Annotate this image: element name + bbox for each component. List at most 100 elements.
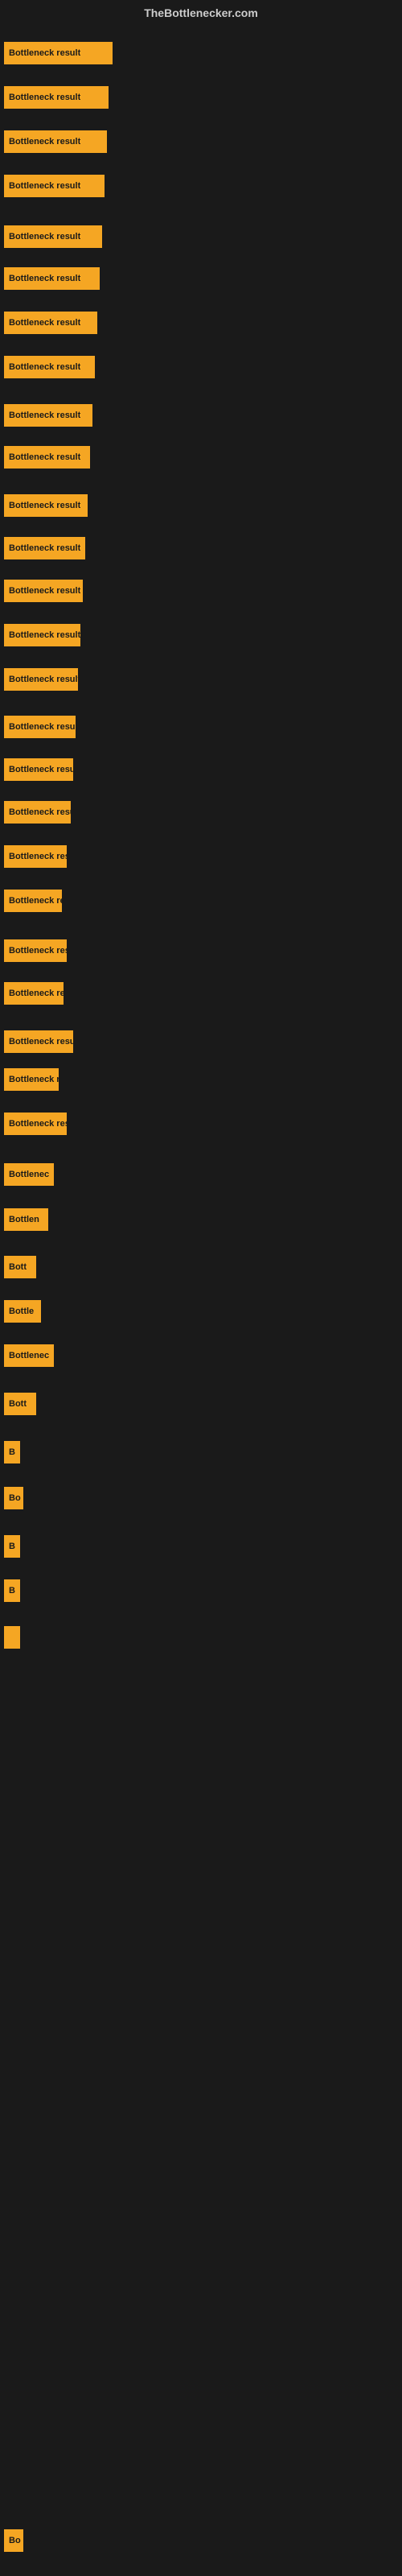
bar: Bottleneck result xyxy=(4,225,102,248)
bar-label: Bottleneck result xyxy=(9,630,80,640)
bar-label: Bottleneck r xyxy=(9,1075,59,1084)
bar: Bottleneck result xyxy=(4,42,113,64)
bar-label: Bottleneck result xyxy=(9,411,80,420)
bar: Bottleneck result xyxy=(4,130,107,153)
bar-label: Bottleneck result xyxy=(9,48,80,58)
bar-label: Bottleneck result xyxy=(9,318,80,328)
bar-label: Bottlenec xyxy=(9,1170,49,1179)
bar: Bottleneck result xyxy=(4,267,100,290)
bar: Bottleneck resu xyxy=(4,845,67,868)
bar-label: Bottleneck resu xyxy=(9,1119,67,1129)
bar-item: Bottleneck result xyxy=(4,312,97,334)
bar-label: Bottleneck result xyxy=(9,362,80,372)
bar-label: Bottleneck result xyxy=(9,93,80,102)
bar: Bottleneck result xyxy=(4,624,80,646)
bar-label: B xyxy=(9,1542,15,1551)
bar-item: Bottleneck result xyxy=(4,175,105,197)
bar-label: Bottleneck res xyxy=(9,989,64,998)
bar: Bottleneck re xyxy=(4,890,62,912)
bar-item: B xyxy=(4,1441,20,1463)
bar-item: Bott xyxy=(4,1256,36,1278)
bar-item: Bottleneck result xyxy=(4,130,107,153)
bar-item: Bottleneck result xyxy=(4,758,73,781)
bar-item: Bottleneck result xyxy=(4,356,95,378)
bar-item: Bo xyxy=(4,2529,23,2552)
bar: Bottlen xyxy=(4,1208,48,1231)
bar: Bottleneck result xyxy=(4,494,88,517)
bar-label: Bottleneck result xyxy=(9,1037,73,1046)
bar: Bottleneck result xyxy=(4,580,83,602)
bar-item: Bottleneck resu xyxy=(4,845,67,868)
bar-label: B xyxy=(9,1586,15,1596)
bar-item: Bottleneck result xyxy=(4,86,109,109)
bar: Bottleneck r xyxy=(4,1068,59,1091)
bar-label: Bottleneck result xyxy=(9,232,80,242)
bar-item: Bottleneck r xyxy=(4,1068,59,1091)
bar-label: Bottleneck result xyxy=(9,765,73,774)
bar-item: B xyxy=(4,1535,20,1558)
bar: Bottleneck result xyxy=(4,758,73,781)
bar-item: Bottleneck resu xyxy=(4,1113,67,1135)
bar-label: Bottleneck result xyxy=(9,452,80,462)
bar-label: Bott xyxy=(9,1262,27,1272)
header: TheBottlenecker.com xyxy=(0,0,402,26)
bar-item: Bottleneck result xyxy=(4,42,113,64)
bar-item: Bottleneck res xyxy=(4,982,64,1005)
bar: Bottleneck resu xyxy=(4,939,67,962)
bar: Bottleneck result xyxy=(4,1030,73,1053)
bar: Bottle xyxy=(4,1300,41,1323)
bar: B xyxy=(4,1579,20,1602)
bar-label: Bottlen xyxy=(9,1215,39,1224)
bar-item: Bottlenec xyxy=(4,1163,54,1186)
bar-item: Bottleneck result xyxy=(4,716,76,738)
bar-label: Bottleneck result xyxy=(9,722,76,732)
bar-label: Bo xyxy=(9,1493,21,1503)
bar-item: B xyxy=(4,1579,20,1602)
bar: Bottleneck result xyxy=(4,312,97,334)
bar-label: Bottleneck result xyxy=(9,543,80,553)
bar: Bottleneck result xyxy=(4,537,85,559)
bar-item: Bottleneck result xyxy=(4,624,80,646)
bar: Bo xyxy=(4,2529,23,2552)
bar-item xyxy=(4,1626,20,1649)
bar: Bott xyxy=(4,1256,36,1278)
bar-label: Bottleneck result xyxy=(9,181,80,191)
bar-item: Bottleneck result xyxy=(4,225,102,248)
bar: Bottleneck result xyxy=(4,446,90,469)
bar: B xyxy=(4,1441,20,1463)
bar-item: Bottleneck result xyxy=(4,1030,73,1053)
bar-label: Bottlenec xyxy=(9,1351,49,1360)
bar-label: B xyxy=(9,1447,15,1457)
bar-label: Bott xyxy=(9,1399,27,1409)
bar: Bottleneck res xyxy=(4,982,64,1005)
bar: Bottleneck result xyxy=(4,86,109,109)
bar: Bottleneck result xyxy=(4,716,76,738)
bar-item: Bottleneck result xyxy=(4,580,83,602)
bar: Bottleneck resu xyxy=(4,1113,67,1135)
bar-item: Bottleneck result xyxy=(4,267,100,290)
bar: Bo xyxy=(4,1487,23,1509)
bar: Bottlenec xyxy=(4,1344,54,1367)
bar-label: Bottleneck result xyxy=(9,274,80,283)
bar-label: Bo xyxy=(9,2536,21,2545)
bar-label: Bottleneck result xyxy=(9,501,80,510)
bar: Bottleneck result xyxy=(4,404,92,427)
bar: Bott xyxy=(4,1393,36,1415)
bar-label: Bottleneck result xyxy=(9,137,80,147)
bar-item: Bottlenec xyxy=(4,1344,54,1367)
bar: Bottleneck result xyxy=(4,175,105,197)
bar-item: Bottleneck result xyxy=(4,446,90,469)
bar-item: Bottleneck result xyxy=(4,404,92,427)
bar xyxy=(4,1626,20,1649)
bar-item: Bottle xyxy=(4,1300,41,1323)
bar-item: Bottleneck re xyxy=(4,890,62,912)
bar-item: Bo xyxy=(4,1487,23,1509)
bar-label: Bottleneck re xyxy=(9,896,62,906)
bar-label: Bottleneck resu xyxy=(9,946,67,956)
chart-container: Bottleneck result Bottleneck result Bottle… xyxy=(0,26,402,2562)
bar-item: Bottleneck result xyxy=(4,801,71,824)
bar: Bottlenec xyxy=(4,1163,54,1186)
bar-label: Bottleneck result xyxy=(9,807,71,817)
bar-item: Bottleneck resu xyxy=(4,939,67,962)
bar: Bottleneck result xyxy=(4,356,95,378)
